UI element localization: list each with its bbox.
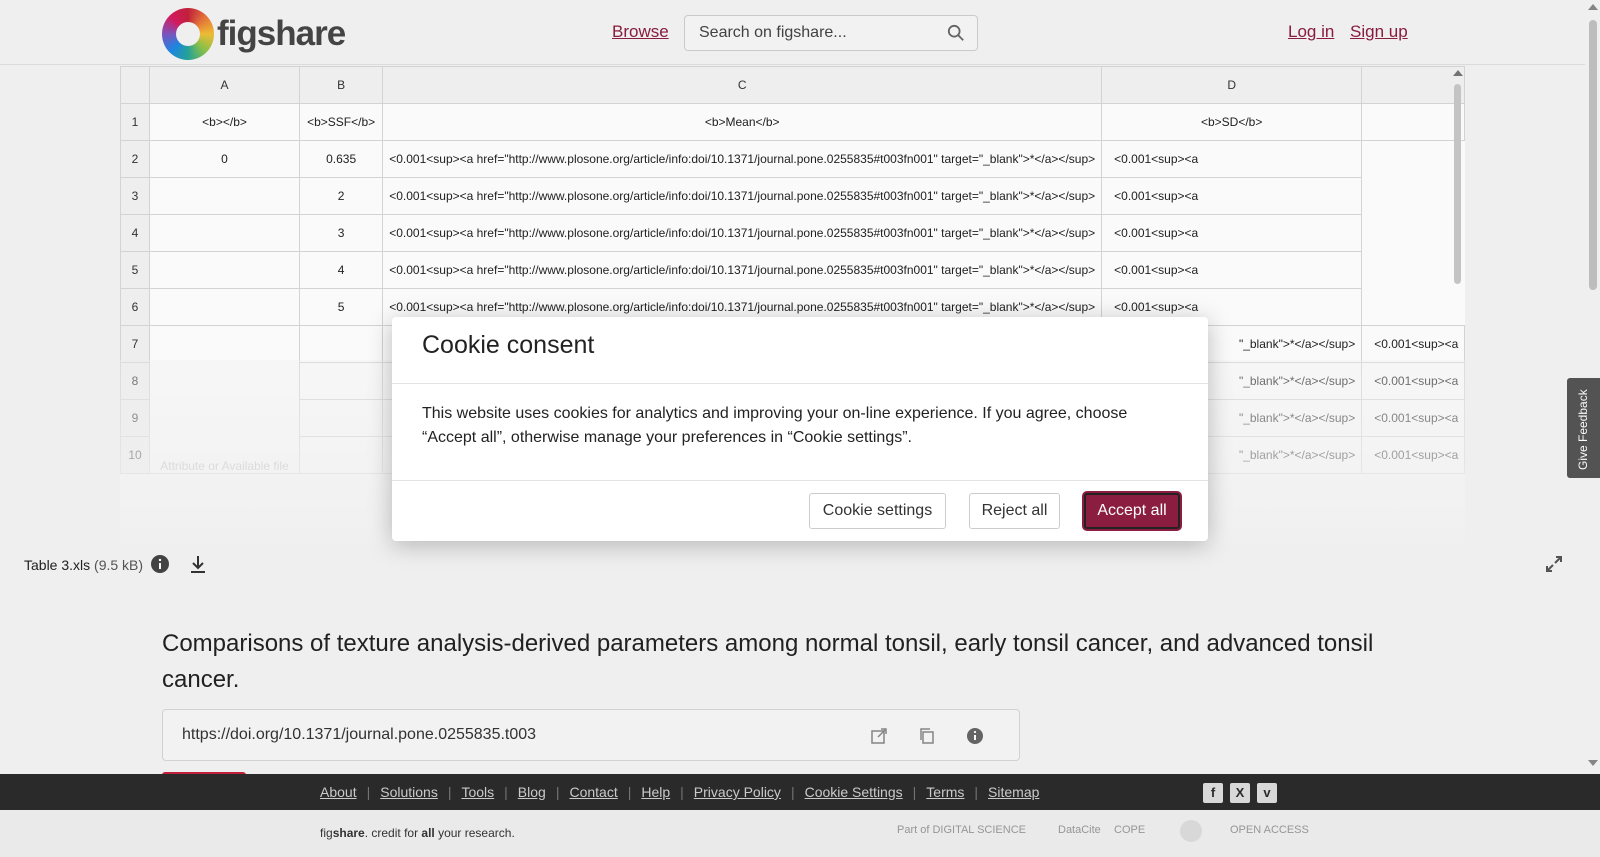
accept-all-button[interactable]: Accept all bbox=[1084, 493, 1180, 529]
cookie-dialog-title: Cookie consent bbox=[422, 331, 595, 359]
cookie-dialog-body: This website uses cookies for analytics … bbox=[422, 405, 1128, 446]
reject-all-button[interactable]: Reject all bbox=[969, 493, 1060, 529]
cookie-settings-button[interactable]: Cookie settings bbox=[809, 493, 946, 529]
cookie-consent-dialog: Cookie consent This website uses cookies… bbox=[392, 317, 1208, 541]
dialog-divider bbox=[392, 383, 1208, 384]
dialog-divider bbox=[392, 480, 1208, 481]
